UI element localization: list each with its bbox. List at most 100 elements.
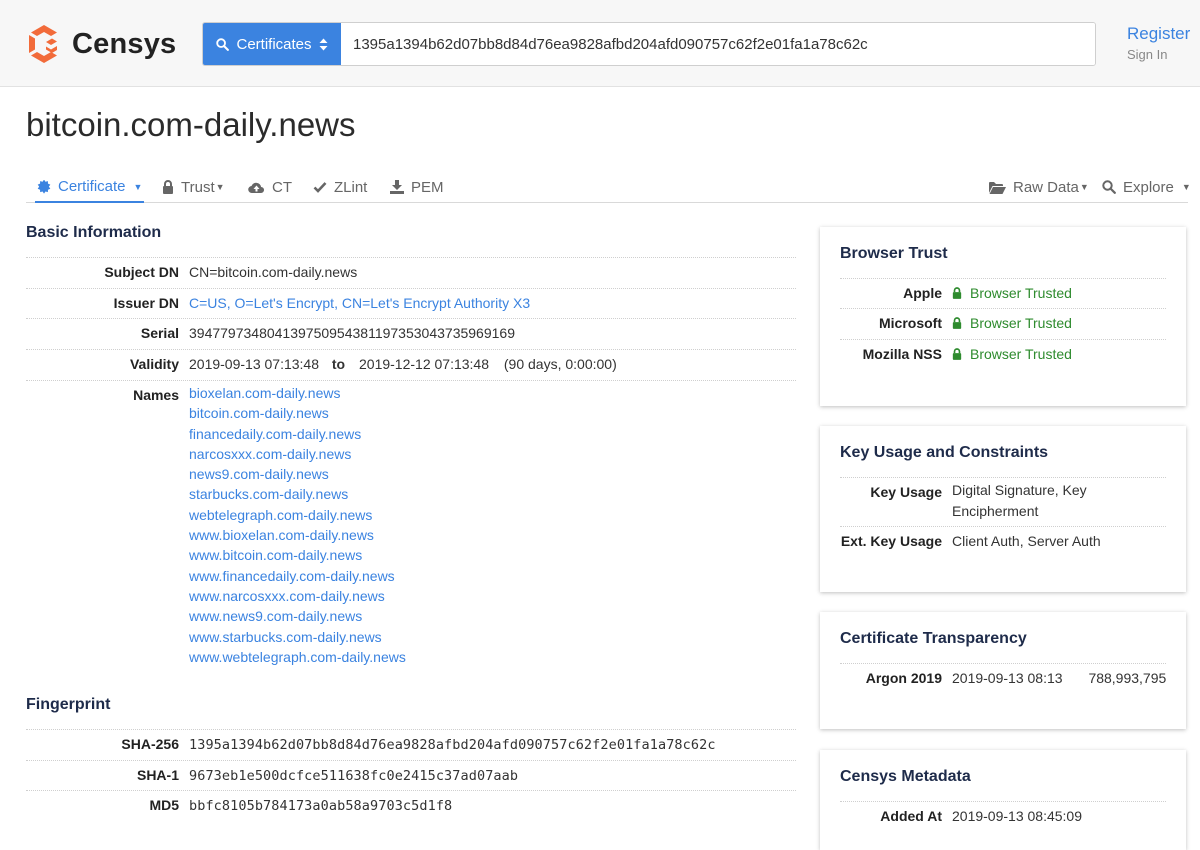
name-link[interactable]: www.news9.com-daily.news (189, 606, 406, 626)
trust-row-mozilla: Mozilla NSS Browser Trusted (840, 339, 1166, 370)
trust-status-label: Browser Trusted (970, 346, 1072, 362)
censys-metadata-card: Censys Metadata Added At 2019-09-13 08:4… (820, 750, 1186, 850)
tab-zlint[interactable]: ZLint (313, 172, 367, 202)
censys-logo[interactable]: Censys (26, 24, 176, 64)
serial-label: Serial (140, 325, 179, 341)
trust-label: Apple (903, 285, 942, 301)
issuer-dn-label: Issuer DN (113, 295, 179, 311)
download-icon (390, 180, 404, 194)
explore-dropdown[interactable]: Explore ▼ (1102, 172, 1191, 202)
key-usage-value-line2: Encipherment (952, 502, 1039, 519)
tab-certificate[interactable]: Certificate ▼ (35, 172, 145, 203)
key-usage-heading: Key Usage and Constraints (840, 444, 1049, 461)
md5-row: MD5 bbfc8105b784173a0ab58a9703c5d1f8 (26, 790, 796, 821)
folder-open-icon (989, 181, 1006, 194)
search-icon (1102, 180, 1116, 194)
subject-dn-row: Subject DN CN=bitcoin.com-daily.news (26, 257, 796, 288)
page-title: bitcoin.com-daily.news (26, 106, 356, 143)
name-link[interactable]: bioxelan.com-daily.news (189, 383, 406, 403)
validity-from: 2019-09-13 07:13:48 (189, 356, 319, 372)
ct-log-value: 2019-09-13 08:13 788,993,795 (952, 670, 1166, 686)
lock-icon (952, 287, 962, 299)
browser-trust-heading: Browser Trust (840, 245, 948, 262)
search-input[interactable] (341, 23, 1095, 65)
key-usage-card: Key Usage and Constraints Key Usage Digi… (820, 426, 1186, 592)
added-at-value: 2019-09-13 08:45:09 (952, 808, 1082, 824)
certificate-transparency-card: Certificate Transparency Argon 2019 2019… (820, 612, 1186, 729)
trust-label: Microsoft (879, 315, 942, 331)
lock-icon (952, 317, 962, 329)
issuer-dn-row: Issuer DN C=US, O=Let's Encrypt, CN=Let'… (26, 288, 796, 319)
ext-key-usage-label: Ext. Key Usage (840, 533, 942, 549)
name-link[interactable]: www.narcosxxx.com-daily.news (189, 586, 406, 606)
trust-status-label: Browser Trusted (970, 285, 1072, 301)
names-row: Names bioxelan.com-daily.news bitcoin.co… (26, 380, 796, 681)
name-link[interactable]: webtelegraph.com-daily.news (189, 505, 406, 525)
explore-label: Explore (1123, 178, 1174, 196)
search-type-label: Certificates (236, 35, 312, 53)
trust-status: Browser Trusted (952, 315, 1072, 331)
tab-ct[interactable]: CT (248, 172, 292, 202)
added-at-row: Added At 2019-09-13 08:45:09 (840, 801, 1166, 832)
trust-row-microsoft: Microsoft Browser Trusted (840, 308, 1166, 339)
raw-data-label: Raw Data (1013, 178, 1079, 196)
search-icon (216, 37, 230, 51)
names-list: bioxelan.com-daily.news bitcoin.com-dail… (189, 383, 406, 667)
trust-row-apple: Apple Browser Trusted (840, 278, 1166, 309)
name-link[interactable]: www.webtelegraph.com-daily.news (189, 647, 406, 667)
validity-to-word: to (331, 356, 346, 372)
sha256-row: SHA-256 1395a1394b62d07bb8d84d76ea9828af… (26, 729, 796, 760)
ext-key-usage-value: Client Auth, Server Auth (952, 533, 1101, 549)
sha256-value: 1395a1394b62d07bb8d84d76ea9828afbd204afd… (189, 737, 716, 753)
browser-trust-card: Browser Trust Apple Browser Trusted Micr… (820, 227, 1186, 406)
added-at-label: Added At (880, 808, 942, 824)
trust-status: Browser Trusted (952, 285, 1072, 301)
name-link[interactable]: news9.com-daily.news (189, 464, 406, 484)
name-link[interactable]: www.bitcoin.com-daily.news (189, 545, 406, 565)
cloud-upload-icon (248, 182, 265, 193)
lock-icon (952, 348, 962, 360)
trust-status: Browser Trusted (952, 346, 1072, 362)
ct-log-label: Argon 2019 (865, 670, 942, 686)
lock-icon (163, 180, 173, 194)
sort-arrows-icon (319, 38, 328, 50)
sha1-row: SHA-1 9673eb1e500dcfce511638fc0e2415c37a… (26, 760, 796, 791)
name-link[interactable]: financedaily.com-daily.news (189, 424, 406, 444)
names-label: Names (133, 387, 179, 403)
search-bar: Certificates (202, 22, 1096, 66)
validity-value: 2019-09-13 07:13:48 to 2019-12-12 07:13:… (189, 356, 617, 372)
tab-trust-label: Trust (181, 178, 215, 196)
name-link[interactable]: www.bioxelan.com-daily.news (189, 525, 406, 545)
ct-heading: Certificate Transparency (840, 630, 1027, 647)
caret-down-icon: ▼ (133, 181, 143, 192)
search-type-dropdown[interactable]: Certificates (203, 23, 341, 65)
ct-log-index: 788,993,795 (1088, 670, 1167, 686)
serial-value: 3947797348041397509543811973530437359691… (189, 325, 515, 341)
caret-down-icon: ▼ (1181, 182, 1191, 192)
register-link[interactable]: Register (1127, 24, 1190, 44)
trust-label: Mozilla NSS (862, 346, 942, 362)
caret-down-icon: ▼ (1079, 182, 1089, 192)
key-usage-value: Digital Signature, Key Encipherment (952, 480, 1087, 521)
name-link[interactable]: starbucks.com-daily.news (189, 484, 406, 504)
tab-trust[interactable]: Trust ▼ (162, 172, 225, 202)
validity-label: Validity (129, 356, 179, 372)
name-link[interactable]: bitcoin.com-daily.news (189, 403, 406, 423)
tab-pem[interactable]: PEM (390, 172, 444, 202)
name-link[interactable]: www.financedaily.com-daily.news (189, 566, 406, 586)
validity-row: Validity 2019-09-13 07:13:48 to 2019-12-… (26, 349, 796, 380)
sha256-label: SHA-256 (121, 736, 179, 752)
ct-log-row: Argon 2019 2019-09-13 08:13 788,993,795 (840, 663, 1166, 694)
metadata-heading: Censys Metadata (840, 768, 971, 785)
tab-certificate-label: Certificate (58, 178, 126, 195)
subject-dn-value: CN=bitcoin.com-daily.news (189, 264, 358, 280)
issuer-dn-link[interactable]: C=US, O=Let's Encrypt, CN=Let's Encrypt … (189, 295, 530, 311)
sign-in-link[interactable]: Sign In (1127, 47, 1167, 62)
censys-logo-icon (29, 25, 57, 63)
subject-dn-label: Subject DN (104, 264, 179, 280)
md5-label: MD5 (149, 797, 179, 813)
name-link[interactable]: www.starbucks.com-daily.news (189, 627, 406, 647)
checkmark-icon (313, 182, 327, 193)
name-link[interactable]: narcosxxx.com-daily.news (189, 444, 406, 464)
raw-data-dropdown[interactable]: Raw Data ▼ (989, 172, 1089, 202)
